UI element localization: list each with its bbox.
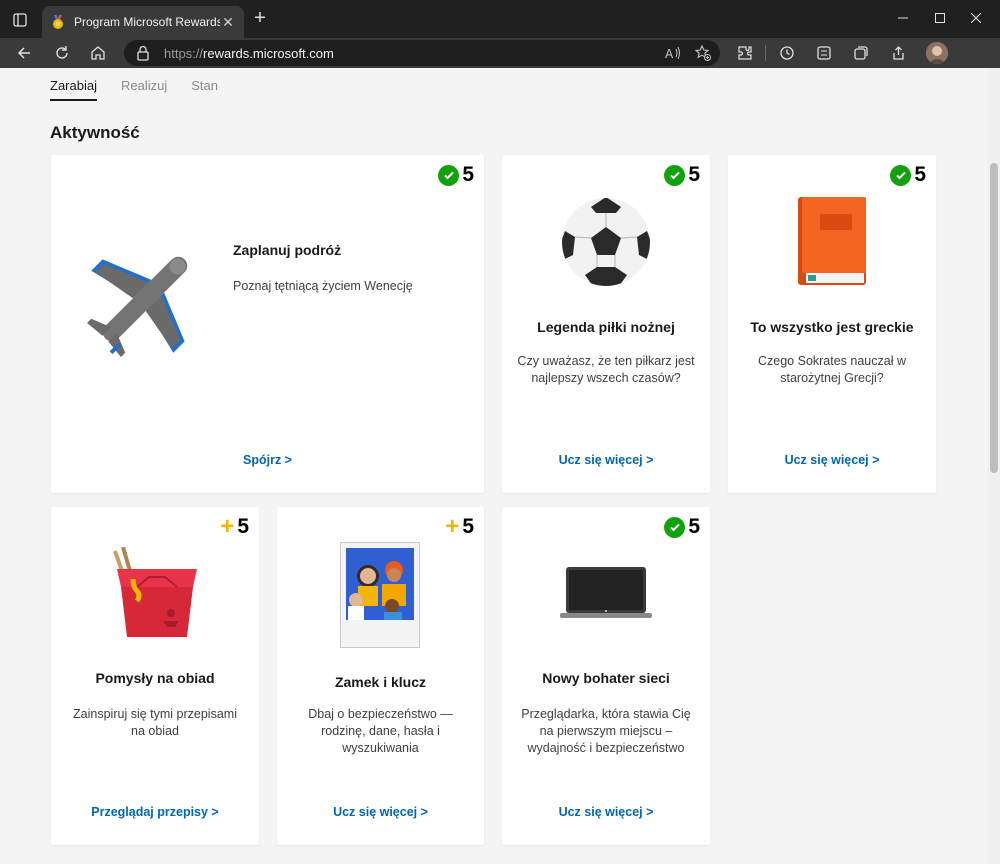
card-link[interactable]: Ucz się więcej > bbox=[728, 453, 936, 467]
svg-text:A: A bbox=[665, 47, 674, 60]
activity-card[interactable]: 5 Nowy bohater sieci Przeglądarka, która… bbox=[502, 507, 710, 845]
browser-tab[interactable]: Program Microsoft Rewards ✕ bbox=[42, 6, 244, 38]
tab-title: Program Microsoft Rewards bbox=[74, 15, 220, 29]
refresh-icon[interactable] bbox=[50, 41, 74, 65]
lock-icon[interactable] bbox=[136, 45, 150, 61]
card-link[interactable]: Spójrz > bbox=[51, 453, 484, 467]
card-link[interactable]: Ucz się więcej > bbox=[502, 805, 710, 819]
home-icon[interactable] bbox=[86, 41, 110, 65]
plus-icon: + bbox=[445, 513, 460, 540]
tab-earn[interactable]: Zarabiaj bbox=[50, 78, 97, 101]
card-description: Czego Sokrates nauczał w starożytnej Gre… bbox=[758, 354, 906, 385]
browser-tab-bar: Program Microsoft Rewards ✕ + bbox=[0, 0, 1000, 38]
history-icon[interactable] bbox=[775, 41, 799, 65]
activity-card[interactable]: + 5 Pomysły na obiad Zainspiruj się tymi… bbox=[51, 507, 259, 845]
tab-redeem[interactable]: Realizuj bbox=[121, 78, 167, 101]
check-icon bbox=[438, 164, 460, 186]
soccer-ball-icon bbox=[562, 198, 650, 286]
math-solver-icon[interactable] bbox=[812, 41, 836, 65]
card-description: Zainspiruj się tymi przepisami na obiad bbox=[73, 707, 237, 738]
airplane-icon bbox=[87, 256, 188, 357]
points-value: 5 bbox=[914, 163, 926, 186]
tab-status[interactable]: Stan bbox=[191, 78, 218, 101]
card-link[interactable]: Przeglądaj przepisy > bbox=[51, 805, 259, 819]
page-content: Zarabiaj Realizuj Stan Aktywność 5 Zapla… bbox=[0, 68, 1000, 864]
tab-actions-icon[interactable] bbox=[8, 8, 32, 32]
add-favorite-icon[interactable] bbox=[694, 44, 712, 62]
close-tab-icon[interactable]: ✕ bbox=[220, 14, 236, 31]
url-text[interactable]: https://rewards.microsoft.com bbox=[164, 46, 334, 61]
card-link[interactable]: Ucz się więcej > bbox=[277, 805, 484, 819]
points-badge: + 5 bbox=[220, 515, 249, 539]
card-link[interactable]: Ucz się więcej > bbox=[502, 453, 710, 467]
points-badge: 5 bbox=[664, 515, 700, 539]
check-icon bbox=[664, 516, 686, 538]
minimize-icon[interactable] bbox=[893, 8, 913, 28]
read-aloud-icon[interactable]: A bbox=[664, 44, 682, 62]
card-description: Przeglądarka, która stawia Cię na pierws… bbox=[521, 707, 691, 755]
card-description: Poznaj tętniącą życiem Wenecję bbox=[233, 279, 413, 293]
activity-card[interactable]: 5 Zaplanuj podróż Poznaj tętniącą życiem… bbox=[51, 155, 484, 493]
card-title: Legenda piłki nożnej bbox=[537, 319, 675, 335]
new-tab-button[interactable]: + bbox=[250, 8, 270, 29]
points-badge: + 5 bbox=[445, 515, 474, 539]
points-badge: 5 bbox=[890, 163, 926, 187]
points-value: 5 bbox=[688, 515, 700, 538]
section-title: Aktywność bbox=[50, 123, 140, 142]
rewards-medal-icon bbox=[53, 15, 63, 29]
family-photo-icon bbox=[340, 542, 420, 648]
url-scheme: https:// bbox=[164, 46, 204, 61]
scrollbar-thumb[interactable] bbox=[990, 163, 998, 473]
card-description: Dbaj o bezpieczeństwo — rodzinę, dane, h… bbox=[308, 707, 453, 755]
collections-icon[interactable] bbox=[849, 41, 873, 65]
toolbar-divider bbox=[765, 45, 766, 61]
points-badge: 5 bbox=[438, 163, 474, 187]
maximize-icon[interactable] bbox=[930, 8, 950, 28]
url-host: rewards.microsoft.com bbox=[203, 46, 334, 61]
card-title: Zamek i klucz bbox=[334, 674, 427, 690]
card-title: Nowy bohater sieci bbox=[542, 670, 670, 686]
page-scrollbar[interactable] bbox=[988, 68, 1000, 864]
card-description: Czy uważasz, że ten piłkarz jest najleps… bbox=[517, 354, 695, 385]
activity-card[interactable]: 5 To wszystko jest greckie Czego Sokrate… bbox=[728, 155, 936, 493]
browser-toolbar: https://rewards.microsoft.com A bbox=[0, 38, 1000, 68]
extensions-icon[interactable] bbox=[733, 41, 757, 65]
activity-card[interactable]: 5 Legenda piłki nożnej Czy uważasz, że t… bbox=[502, 155, 710, 493]
laptop-icon bbox=[560, 567, 652, 618]
points-value: 5 bbox=[237, 515, 249, 538]
card-title: To wszystko jest greckie bbox=[750, 319, 914, 335]
address-bar[interactable]: https://rewards.microsoft.com A bbox=[124, 40, 720, 66]
points-value: 5 bbox=[462, 163, 474, 186]
points-badge: 5 bbox=[664, 163, 700, 187]
check-icon bbox=[664, 164, 686, 186]
back-arrow-icon[interactable] bbox=[12, 41, 36, 65]
profile-avatar[interactable] bbox=[926, 42, 948, 64]
points-value: 5 bbox=[688, 163, 700, 186]
card-title: Pomysły na obiad bbox=[95, 670, 215, 686]
check-icon bbox=[890, 164, 912, 186]
share-icon[interactable] bbox=[886, 41, 910, 65]
book-icon bbox=[798, 197, 866, 285]
plus-icon: + bbox=[220, 513, 235, 540]
card-title: Zaplanuj podróż bbox=[233, 242, 342, 258]
rewards-subnav: Zarabiaj Realizuj Stan bbox=[50, 78, 218, 101]
activity-card[interactable]: + 5 Zamek i klucz Dbaj o bezpieczeństwo … bbox=[277, 507, 484, 845]
points-value: 5 bbox=[462, 515, 474, 538]
takeout-box-icon bbox=[113, 547, 197, 637]
close-window-icon[interactable] bbox=[966, 8, 986, 28]
